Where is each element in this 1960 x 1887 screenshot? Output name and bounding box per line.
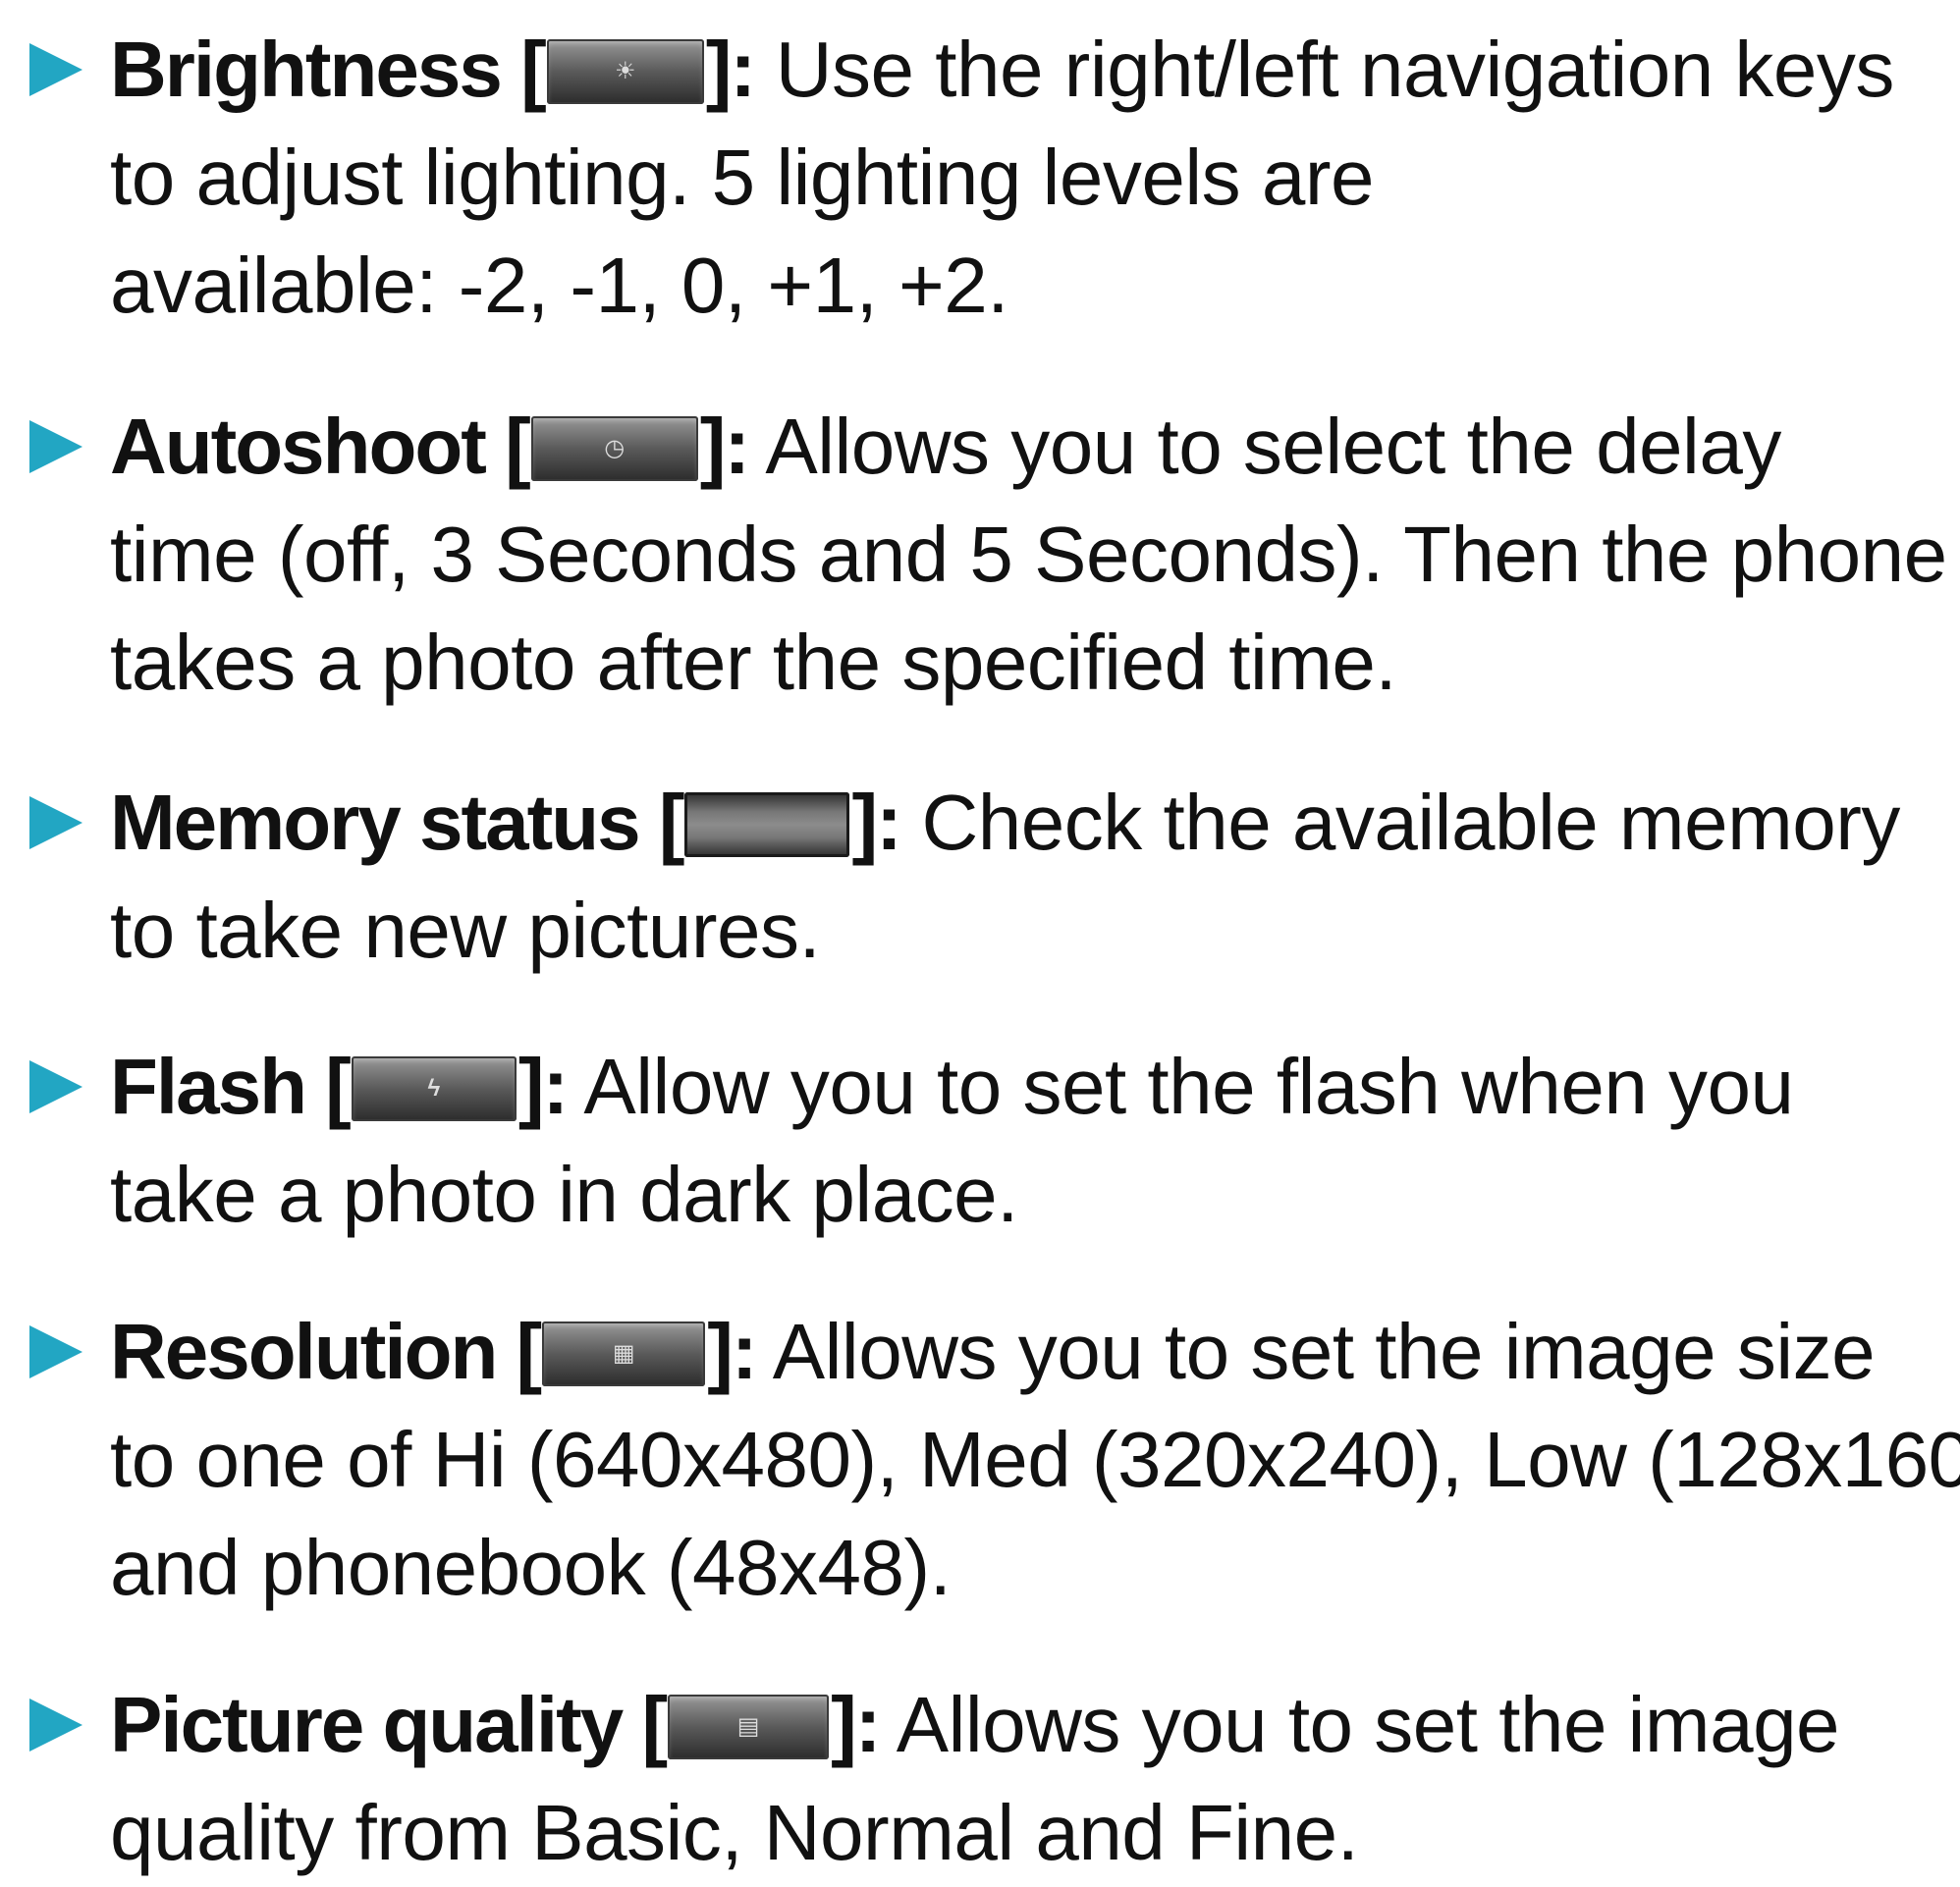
setting-term: Flash [110, 1043, 307, 1130]
setting-line: Flash [ϟ]: Allow you to set the flash wh… [110, 1043, 1794, 1130]
setting-line: quality from Basic, Normal and Fine. [110, 1789, 1359, 1876]
flash-icon: ϟ [351, 1055, 517, 1121]
setting-line: available: -2, -1, 0, +1, +2. [110, 242, 1008, 329]
picture-quality-icon: ▤ [668, 1694, 830, 1759]
setting-line: Brightness [☀]: Use the right/left navig… [110, 26, 1894, 113]
setting-line: Picture quality [▤]: Allows you to set t… [110, 1681, 1840, 1768]
bullet-arrow-icon [29, 420, 82, 473]
memory-status-icon [684, 791, 850, 857]
brightness-setting-icon: ☀ [546, 38, 704, 104]
setting-line: Memory status []: Check the available me… [110, 779, 1900, 866]
setting-line: time (off, 3 Seconds and 5 Seconds). The… [110, 511, 1947, 598]
setting-line: to one of Hi (640x480), Med (320x240), L… [110, 1416, 1960, 1503]
setting-line: take a photo in dark place. [110, 1151, 1018, 1238]
setting-term: Resolution [110, 1308, 498, 1395]
autoshoot-timer-icon: ◷ [530, 415, 698, 481]
setting-term: Memory status [110, 779, 641, 866]
bullet-arrow-icon [29, 1698, 82, 1752]
setting-line: to adjust lighting. 5 lighting levels ar… [110, 134, 1374, 221]
bullet-arrow-icon [29, 1325, 82, 1378]
setting-line: Resolution [▦]: Allows you to set the im… [110, 1308, 1876, 1395]
setting-line: takes a photo after the specified time. [110, 619, 1397, 706]
setting-line: to take new pictures. [110, 887, 821, 974]
resolution-icon: ▦ [542, 1321, 706, 1386]
setting-term: Brightness [110, 26, 503, 113]
setting-line: Autoshoot [◷]: Allows you to select the … [110, 403, 1781, 490]
setting-line: and phonebook (48x48). [110, 1524, 952, 1611]
setting-term: Picture quality [110, 1681, 624, 1768]
setting-term: Autoshoot [110, 403, 487, 490]
bullet-arrow-icon [29, 43, 82, 96]
bullet-arrow-icon [29, 1060, 82, 1113]
bullet-arrow-icon [29, 796, 82, 849]
manual-page: Brightness [☀]: Use the right/left navig… [0, 0, 1960, 1876]
